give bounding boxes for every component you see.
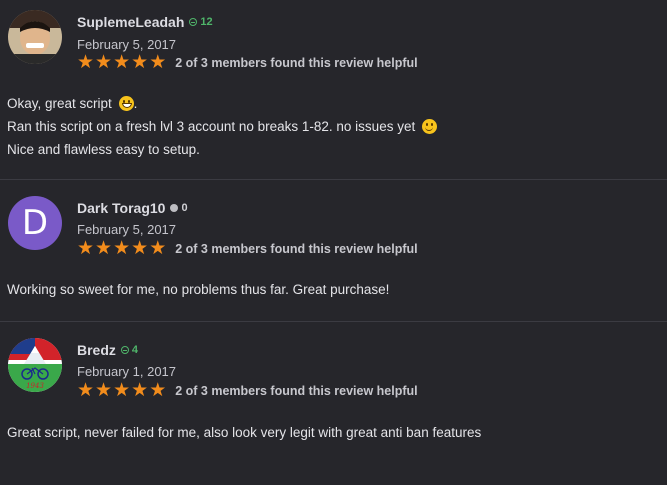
reputation-badge: 0 — [170, 202, 188, 214]
rating-row: ★ ★ ★ ★ ★ 2 of 3 members found this revi… — [77, 380, 418, 401]
star-icon: ★ — [113, 52, 131, 73]
star-icon: ★ — [149, 52, 167, 73]
review-line: Ran this script on a fresh lvl 3 account… — [7, 115, 437, 138]
avatar[interactable] — [8, 10, 62, 64]
reputation-count: 12 — [200, 16, 213, 28]
star-icon: ★ — [95, 380, 113, 401]
star-rating: ★ ★ ★ ★ ★ — [77, 52, 167, 73]
star-icon: ★ — [77, 380, 95, 401]
reputation-badge: 12 — [189, 16, 213, 28]
review-line: Great script, never failed for me, also … — [7, 425, 482, 440]
username-link[interactable]: Dark Torag10 — [77, 200, 165, 216]
avatar[interactable]: D — [8, 196, 62, 250]
review-line: Nice and flawless easy to setup. — [7, 142, 200, 157]
smile-emoji-icon — [421, 119, 437, 134]
review-body: Okay, great script . Ran this script on … — [7, 92, 437, 161]
star-icon: ★ — [113, 238, 131, 259]
reputation-count: 4 — [131, 344, 139, 356]
star-icon: ★ — [149, 238, 167, 259]
reputation-icon — [189, 18, 198, 26]
username-link[interactable]: SuplemeLeadah — [77, 14, 184, 30]
star-icon: ★ — [131, 380, 149, 401]
review-item: D Dark Torag10 0 February 5, 2017 ★ ★ ★ … — [0, 180, 667, 322]
author-line: SuplemeLeadah 12 — [77, 14, 213, 30]
star-icon: ★ — [131, 52, 149, 73]
review-item: SuplemeLeadah 12 February 5, 2017 ★ ★ ★ … — [0, 0, 667, 180]
helpful-count: 2 of 3 members found this review helpful — [175, 242, 418, 256]
reputation-badge: 4 — [120, 344, 139, 356]
avatar[interactable]: 1943 — [8, 338, 62, 392]
star-rating: ★ ★ ★ ★ ★ — [77, 380, 167, 401]
star-icon: ★ — [95, 52, 113, 73]
username-link[interactable]: Bredz — [77, 342, 116, 358]
review-line: Okay, great script . — [7, 96, 138, 111]
review-item: 1943 Bredz 4 February 1, 2017 ★ ★ ★ ★ ★ … — [0, 322, 667, 485]
rating-row: ★ ★ ★ ★ ★ 2 of 3 members found this revi… — [77, 52, 418, 73]
review-body: Great script, never failed for me, also … — [7, 421, 481, 444]
review-date: February 1, 2017 — [77, 364, 177, 379]
reputation-count: 0 — [181, 202, 188, 214]
reputation-icon — [120, 346, 129, 354]
grin-emoji-icon — [118, 96, 134, 111]
rating-row: ★ ★ ★ ★ ★ 2 of 3 members found this revi… — [77, 238, 418, 259]
author-line: Dark Torag10 0 — [77, 200, 188, 216]
star-icon: ★ — [113, 380, 131, 401]
star-icon: ★ — [77, 52, 95, 73]
helpful-count: 2 of 3 members found this review helpful — [175, 384, 418, 398]
star-icon: ★ — [149, 380, 167, 401]
helpful-count: 2 of 3 members found this review helpful — [175, 56, 418, 70]
reputation-icon — [170, 204, 179, 212]
review-body: Working so sweet for me, no problems thu… — [7, 278, 389, 301]
star-icon: ★ — [77, 238, 95, 259]
review-line: Working so sweet for me, no problems thu… — [7, 282, 390, 297]
review-date: February 5, 2017 — [77, 222, 177, 237]
svg-text:1943: 1943 — [26, 382, 44, 390]
star-icon: ★ — [95, 238, 113, 259]
star-rating: ★ ★ ★ ★ ★ — [77, 238, 167, 259]
author-line: Bredz 4 — [77, 342, 138, 358]
review-date: February 5, 2017 — [77, 37, 177, 52]
star-icon: ★ — [131, 238, 149, 259]
avatar-letter: D — [21, 203, 49, 243]
